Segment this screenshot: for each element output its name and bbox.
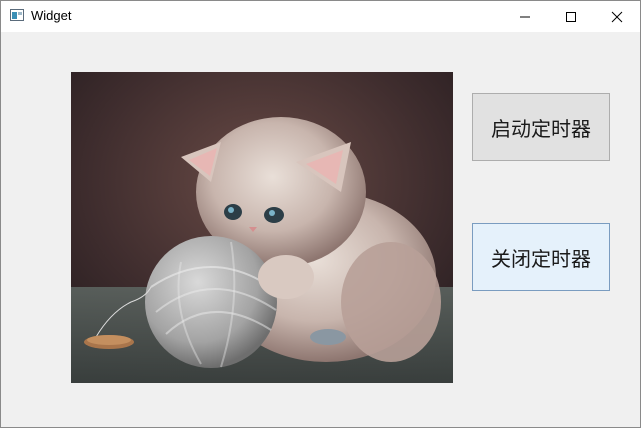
stop-timer-button[interactable]: 关闭定时器	[472, 223, 610, 291]
kitten-illustration	[71, 72, 453, 383]
close-icon	[611, 11, 623, 22]
minimize-icon	[520, 16, 530, 17]
maximize-button[interactable]	[548, 1, 594, 32]
maximize-icon	[566, 11, 576, 22]
start-timer-label: 启动定时器	[491, 116, 591, 141]
minimize-button[interactable]	[502, 1, 548, 32]
title-bar[interactable]: Widget	[1, 1, 640, 32]
app-window: Widget 启动定时器 关闭定时器	[0, 0, 641, 428]
stop-timer-label: 关闭定时器	[491, 246, 591, 271]
app-icon	[10, 9, 24, 21]
start-timer-button[interactable]: 启动定时器	[472, 93, 610, 161]
kitten-image	[71, 72, 453, 383]
client-area: 启动定时器 关闭定时器	[1, 32, 640, 427]
close-button[interactable]	[594, 1, 640, 32]
window-title: Widget	[31, 8, 72, 23]
